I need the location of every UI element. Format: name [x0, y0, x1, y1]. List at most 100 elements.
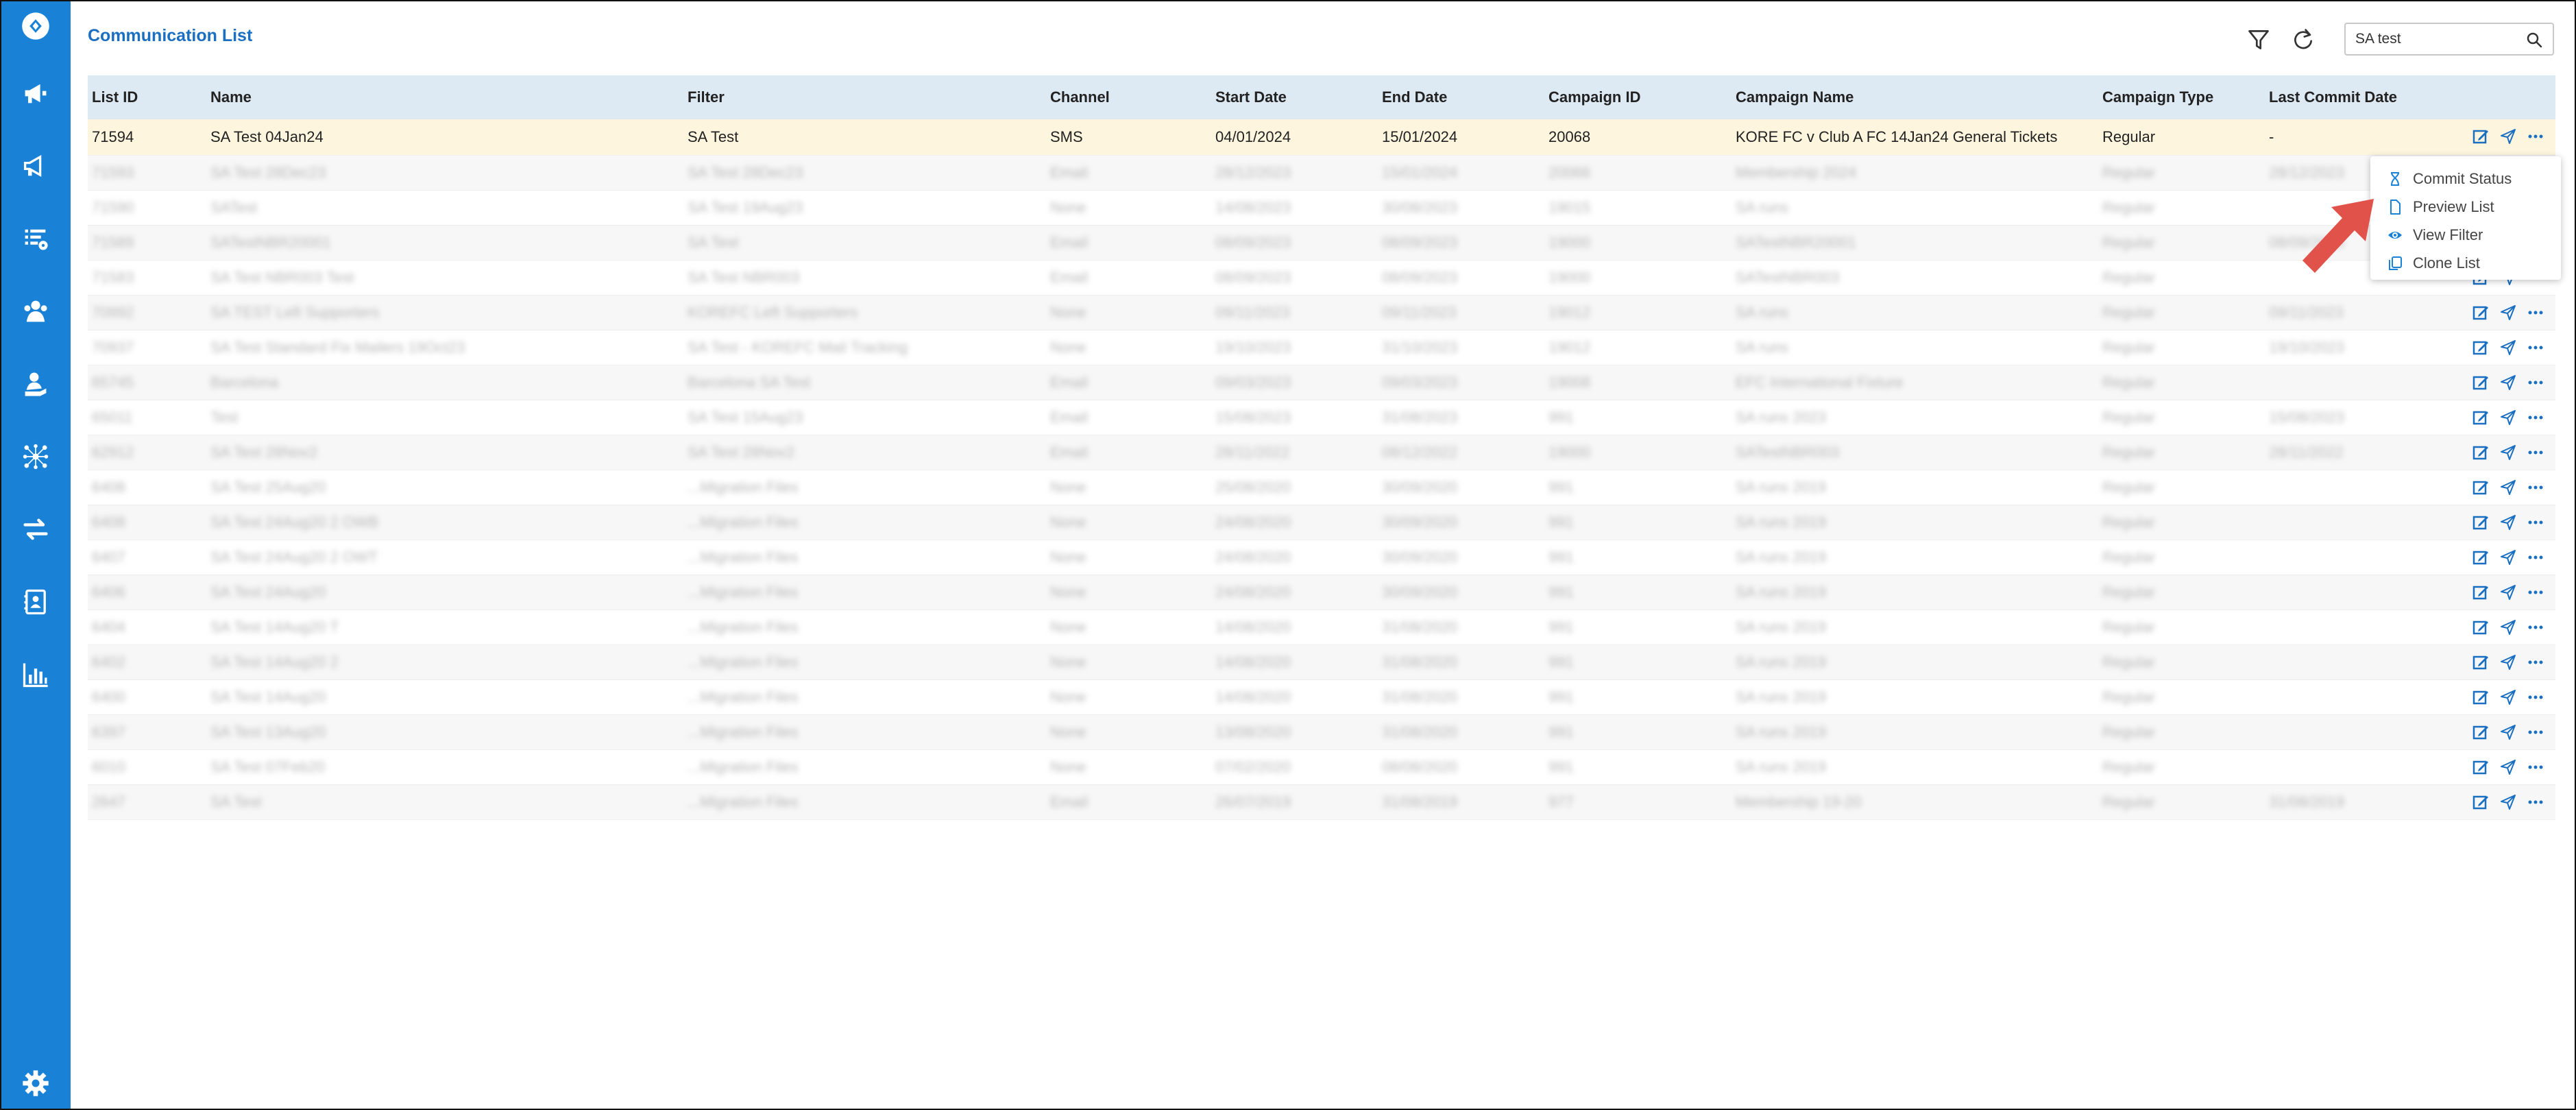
edit-button[interactable]	[2470, 547, 2491, 568]
table-row[interactable]: 65011 Test SA Test 15Aug23 Email 15/08/2023 3…	[88, 400, 2555, 435]
send-button[interactable]	[2498, 442, 2518, 463]
edit-button[interactable]	[2470, 722, 2491, 743]
menu-item-view-filter[interactable]: View Filter	[2387, 222, 2483, 248]
more-options-button[interactable]	[2525, 617, 2546, 638]
send-button[interactable]	[2498, 687, 2518, 708]
more-options-button[interactable]	[2525, 477, 2546, 498]
column-header-campaign-name[interactable]: Campaign Name	[1736, 75, 1854, 119]
table-row[interactable]: 71593 SA Test 28Dec23 SA Test 28Dec23 Email…	[88, 156, 2555, 191]
contact-card-icon[interactable]	[16, 583, 55, 621]
send-button[interactable]	[2498, 372, 2518, 393]
more-options-button[interactable]	[2525, 722, 2546, 743]
more-options-button[interactable]	[2525, 757, 2546, 777]
edit-button[interactable]	[2470, 337, 2491, 358]
send-button[interactable]	[2498, 582, 2518, 603]
more-options-button[interactable]	[2525, 372, 2546, 393]
send-button[interactable]	[2498, 337, 2518, 358]
edit-button[interactable]	[2470, 617, 2491, 638]
table-row[interactable]: 6408 SA Test 25Aug20 ...Migration Files Non…	[88, 470, 2555, 505]
edit-button[interactable]	[2470, 372, 2491, 393]
table-row[interactable]: 2647 SA Test ...Migration Files Email 26/07/…	[88, 785, 2555, 820]
column-header-channel[interactable]: Channel	[1050, 75, 1110, 119]
table-row[interactable]: 71589 SATestNBR20001 SA Test Email 08/09/202…	[88, 226, 2555, 261]
table-row[interactable]: 71594 SA Test 04Jan24 SA Test SMS 04/01/2024…	[88, 119, 2555, 156]
more-options-button[interactable]	[2525, 337, 2546, 358]
filter-button[interactable]	[2244, 25, 2274, 55]
column-header-list-id[interactable]: List ID	[92, 75, 138, 119]
send-button[interactable]	[2498, 617, 2518, 638]
edit-button[interactable]	[2470, 652, 2491, 673]
refresh-button[interactable]	[2288, 25, 2318, 55]
edit-button[interactable]	[2470, 687, 2491, 708]
menu-item-preview-list[interactable]: Preview List	[2387, 194, 2494, 220]
table-row[interactable]: 70992 SA TEST Left Supporters KOREFC Left …	[88, 295, 2555, 330]
table-row[interactable]: 6400 SA Test 14Aug20 ...Migration Files Non…	[88, 680, 2555, 715]
table-row[interactable]: 6407 SA Test 24Aug20 2 OWT ...Migration Fi…	[88, 540, 2555, 575]
menu-item-commit-status[interactable]: Commit Status	[2387, 166, 2512, 192]
send-button[interactable]	[2498, 302, 2518, 323]
cell-end-date: 30/08/2023	[1382, 199, 1458, 216]
send-button[interactable]	[2498, 652, 2518, 673]
send-button[interactable]	[2498, 757, 2518, 777]
menu-item-clone-list[interactable]: Clone List	[2387, 250, 2480, 276]
column-header-end-date[interactable]: End Date	[1382, 75, 1447, 119]
table-row[interactable]: 6010 SA Test 07Feb20 ...Migration Files Non…	[88, 750, 2555, 785]
table-row[interactable]: 6404 SA Test 14Aug20 T ...Migration Files N…	[88, 610, 2555, 645]
table-row[interactable]: 6397 SA Test 13Aug20 ...Migration Files Non…	[88, 715, 2555, 750]
search-icon[interactable]	[2525, 31, 2543, 49]
edit-button[interactable]	[2470, 757, 2491, 777]
column-header-campaign-type[interactable]: Campaign Type	[2102, 75, 2213, 119]
more-options-button[interactable]	[2525, 442, 2546, 463]
megaphone-icon[interactable]	[16, 147, 55, 185]
column-header-last-commit-date[interactable]: Last Commit Date	[2269, 75, 2397, 119]
logo-icon[interactable]	[16, 7, 55, 45]
edit-button[interactable]	[2470, 512, 2491, 533]
edit-button[interactable]	[2470, 126, 2491, 147]
column-header-campaign-id[interactable]: Campaign ID	[1548, 75, 1640, 119]
table-row[interactable]: 6402 SA Test 14Aug20 2 ...Migration Files N…	[88, 645, 2555, 680]
table-row[interactable]: 6408 SA Test 24Aug20 2 OWB ...Migration Fi…	[88, 505, 2555, 540]
table-row[interactable]: 71590 SATest SA Test 19Aug23 None 14/08/2023…	[88, 191, 2555, 226]
network-icon[interactable]	[16, 437, 55, 476]
column-header-filter[interactable]: Filter	[688, 75, 725, 119]
gear-icon[interactable]	[16, 1064, 55, 1102]
edit-button[interactable]	[2470, 582, 2491, 603]
send-button[interactable]	[2498, 126, 2518, 147]
send-button[interactable]	[2498, 547, 2518, 568]
users-icon[interactable]	[16, 292, 55, 330]
column-header-start-date[interactable]: Start Date	[1215, 75, 1287, 119]
more-options-button[interactable]	[2525, 126, 2546, 147]
more-options-button[interactable]	[2525, 512, 2546, 533]
edit-button[interactable]	[2470, 442, 2491, 463]
more-options-button[interactable]	[2525, 687, 2546, 708]
send-button[interactable]	[2498, 722, 2518, 743]
more-options-button[interactable]	[2525, 407, 2546, 428]
send-button[interactable]	[2498, 407, 2518, 428]
more-options-button[interactable]	[2525, 302, 2546, 323]
menu-item-label: Commit Status	[2413, 170, 2512, 187]
table-row[interactable]: 65745 Barcelona Barcelona SA Test Email 09/0…	[88, 365, 2555, 400]
transfer-icon[interactable]	[16, 510, 55, 548]
more-options-button[interactable]	[2525, 582, 2546, 603]
table-row[interactable]: 71583 SA Test NBR003 Test SA Test NBR003 Em…	[88, 261, 2555, 295]
edit-button[interactable]	[2470, 477, 2491, 498]
send-icon	[2501, 655, 2516, 670]
send-button[interactable]	[2498, 477, 2518, 498]
search-input[interactable]	[2354, 30, 2514, 48]
more-options-button[interactable]	[2525, 792, 2546, 812]
column-header-name[interactable]: Name	[210, 75, 252, 119]
edit-button[interactable]	[2470, 792, 2491, 812]
user-hand-icon[interactable]	[16, 365, 55, 403]
more-options-button[interactable]	[2525, 547, 2546, 568]
table-row[interactable]: 6406 SA Test 24Aug20 ...Migration Files Non…	[88, 575, 2555, 610]
edit-button[interactable]	[2470, 302, 2491, 323]
send-button[interactable]	[2498, 792, 2518, 812]
megaphone-icon[interactable]	[16, 74, 55, 112]
table-row[interactable]: 62912 SA Test 28Nov2 SA Test 28Nov2 Email 28…	[88, 435, 2555, 470]
table-row[interactable]: 70937 SA Test Standard Fix Mailers 19Oct2…	[88, 330, 2555, 365]
more-options-button[interactable]	[2525, 652, 2546, 673]
send-button[interactable]	[2498, 512, 2518, 533]
list-settings-icon[interactable]	[16, 219, 55, 258]
bar-chart-icon[interactable]	[16, 655, 55, 694]
edit-button[interactable]	[2470, 407, 2491, 428]
